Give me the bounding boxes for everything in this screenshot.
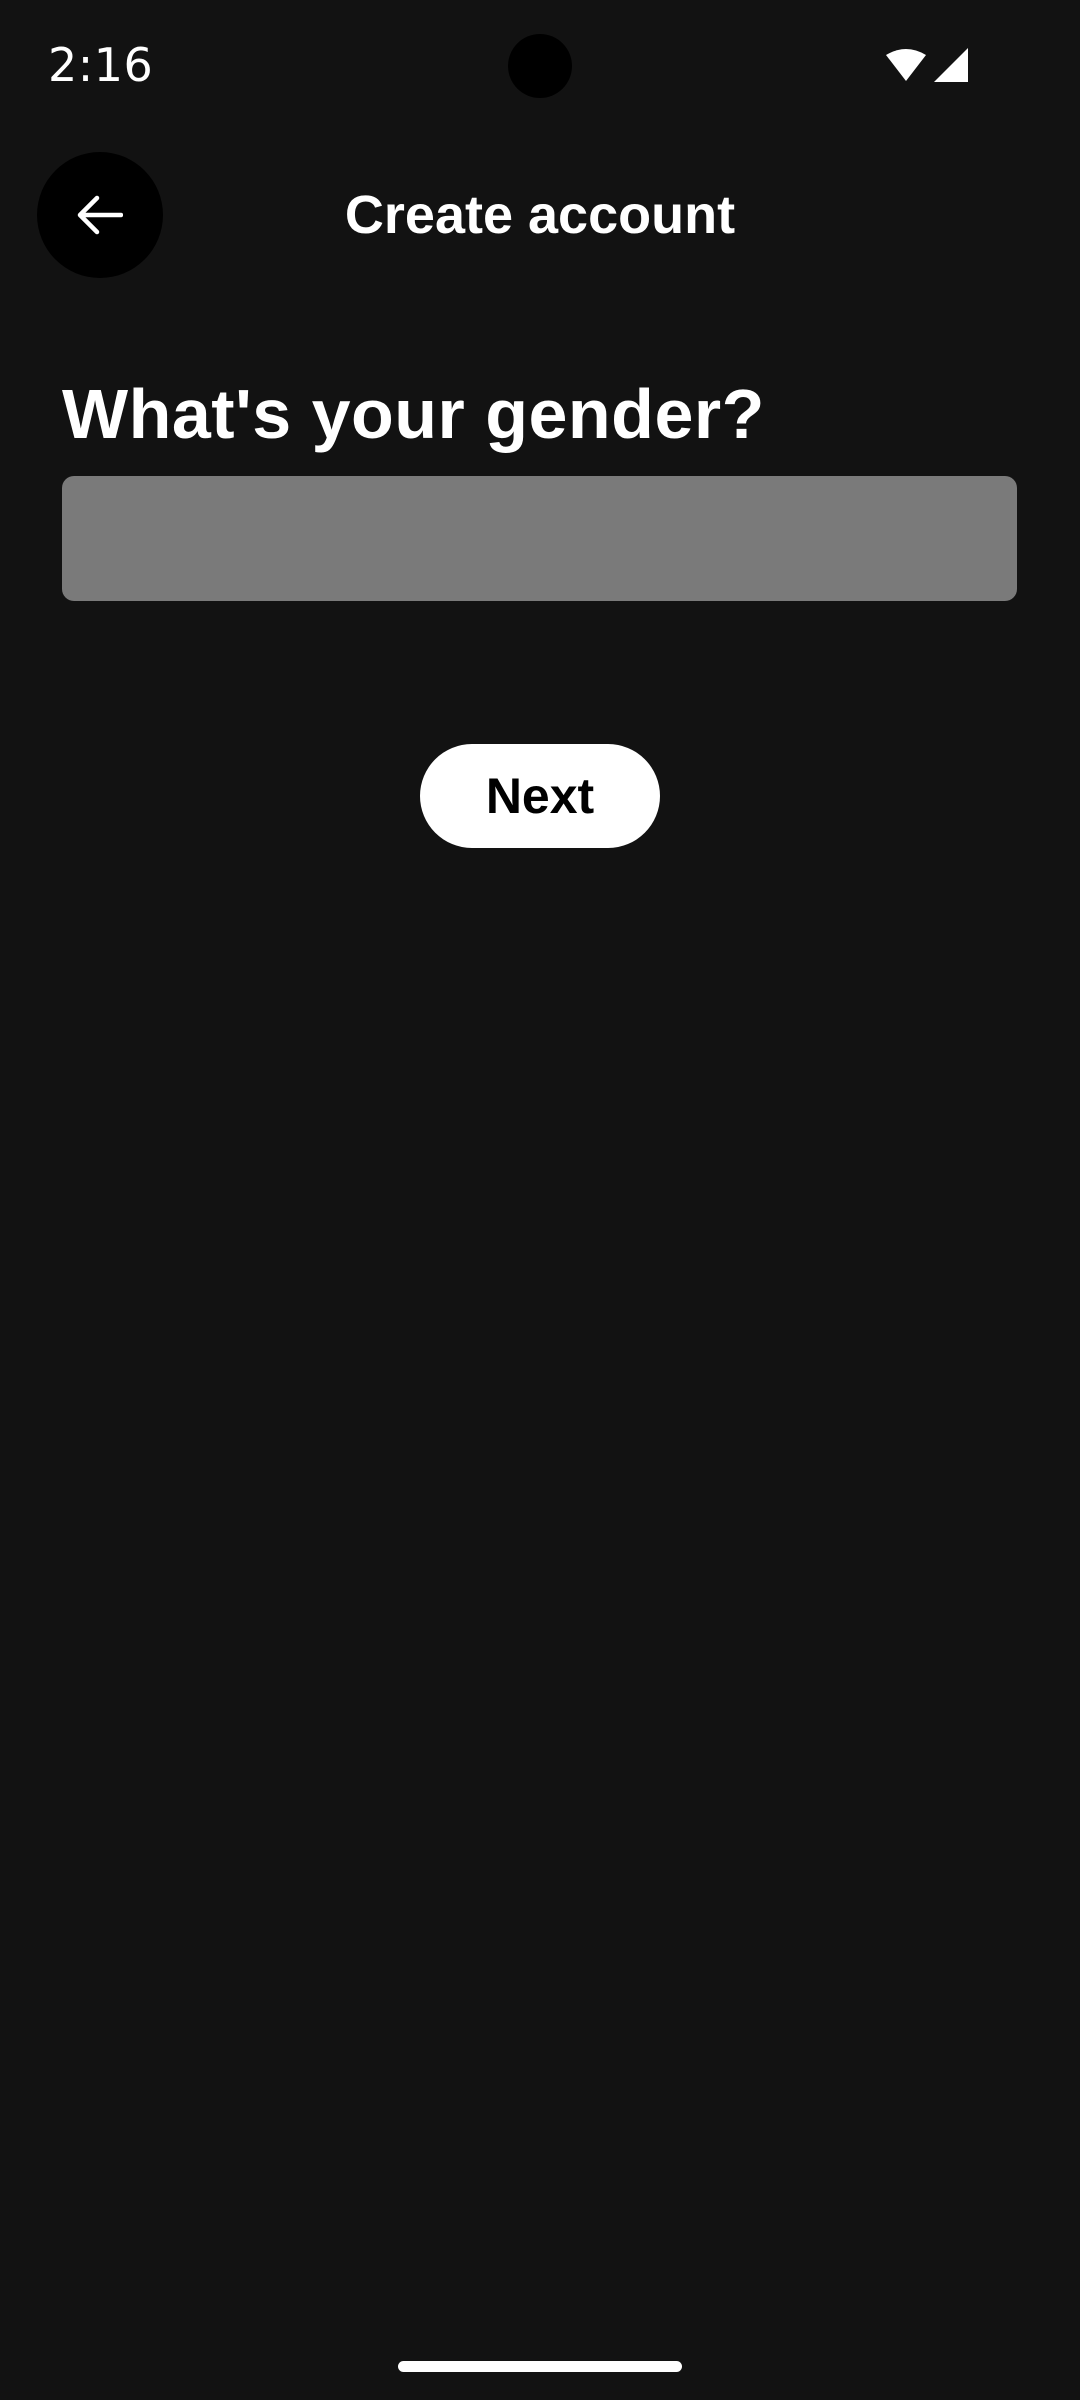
gender-select-field[interactable] bbox=[62, 476, 1017, 601]
page-title: Create account bbox=[344, 185, 736, 245]
cellular-signal-icon bbox=[934, 48, 968, 82]
next-button[interactable]: Next bbox=[420, 744, 660, 848]
status-icons bbox=[886, 48, 968, 82]
camera-cutout bbox=[508, 34, 572, 98]
gesture-nav-handle[interactable] bbox=[398, 2361, 682, 2372]
app-bar: Create account bbox=[0, 150, 1080, 282]
status-time: 2:16 bbox=[48, 38, 154, 92]
wifi-icon bbox=[886, 49, 926, 81]
gender-question-heading: What's your gender? bbox=[62, 375, 765, 453]
status-bar: 2:16 bbox=[0, 0, 1080, 132]
